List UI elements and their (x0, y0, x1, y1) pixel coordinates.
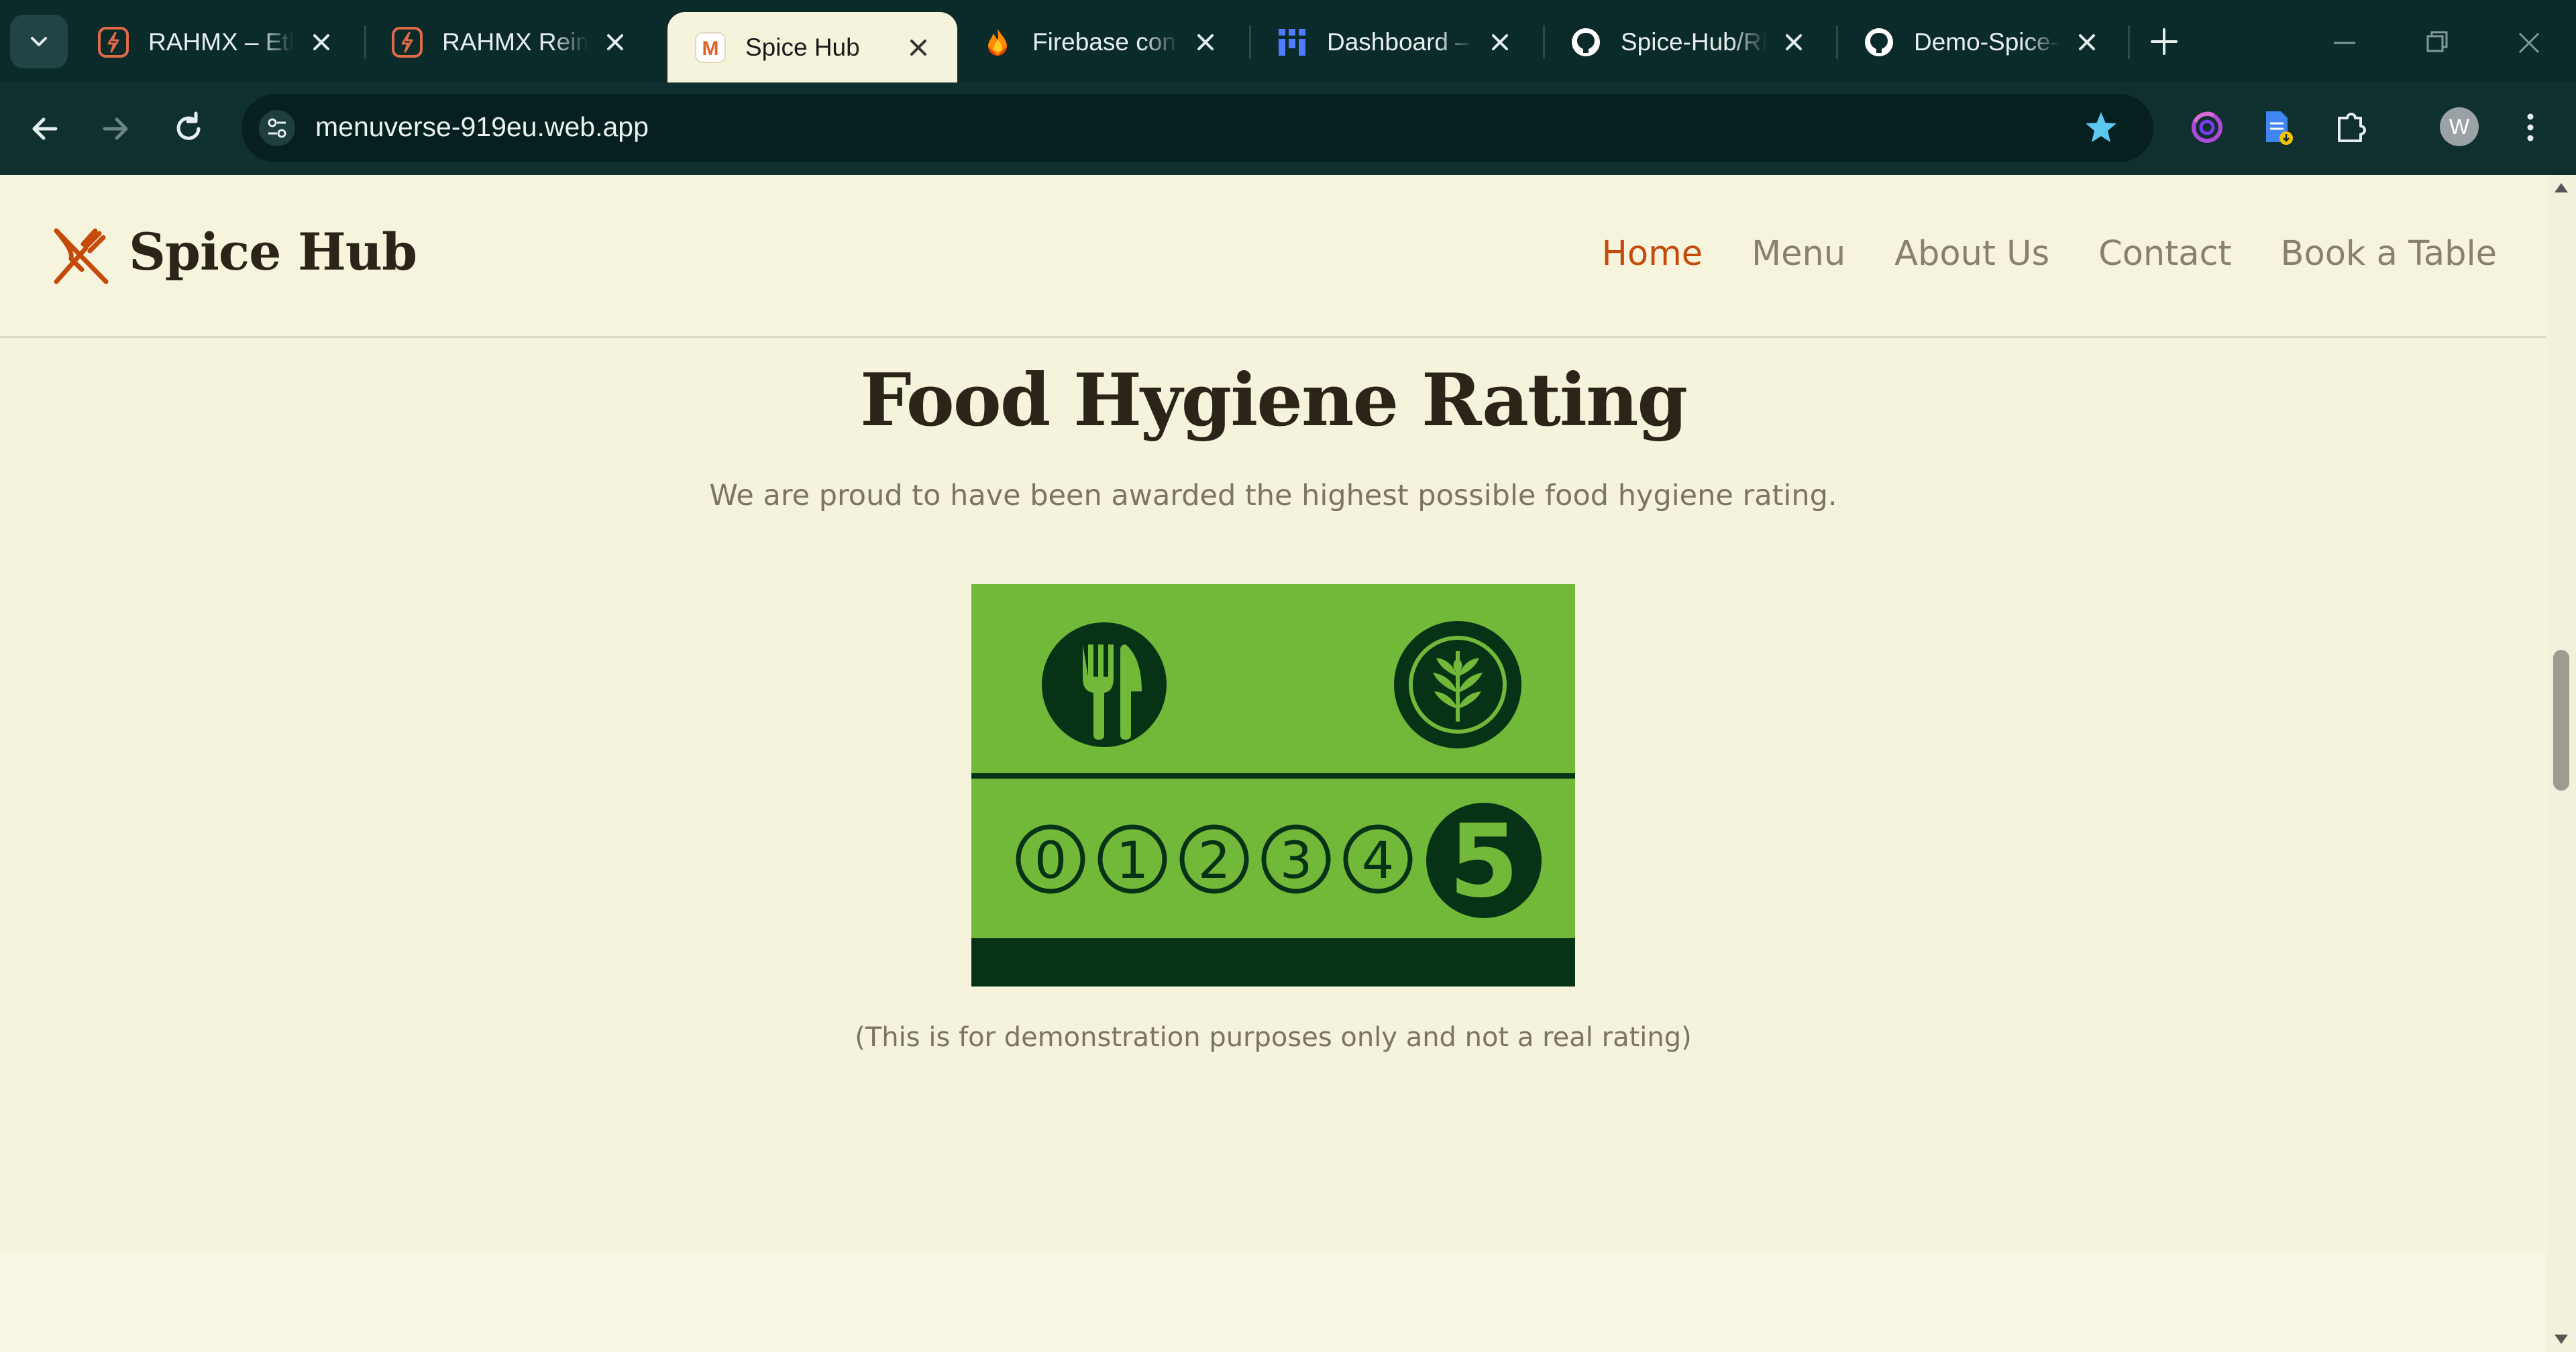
browser-tab[interactable]: Spice-Hub/RE (1543, 12, 1833, 72)
page-scrollbar[interactable] (2546, 175, 2576, 1352)
close-icon[interactable] (905, 34, 932, 61)
bookmark-star-icon[interactable] (2081, 108, 2121, 148)
extension-swirl-icon[interactable] (2187, 107, 2227, 148)
nav-contact[interactable]: Contact (2098, 234, 2231, 274)
section-title: Food Hygiene Rating (859, 358, 1688, 443)
dashboard-icon (1276, 26, 1308, 58)
rating-5-selected: 5 (1449, 803, 1519, 920)
chevron-down-icon (31, 37, 47, 46)
site-header: Spice Hub Home Menu About Us Contact Boo… (0, 175, 2546, 338)
close-icon[interactable] (1487, 29, 1513, 56)
menuverse-icon: M (694, 32, 727, 64)
browser-tab[interactable]: Dashboard – r (1249, 12, 1539, 72)
hygiene-rating-badge: 0 1 2 3 4 5 (971, 584, 1575, 987)
back-icon[interactable] (22, 107, 66, 151)
rahmx-icon (97, 26, 129, 58)
minimize-icon[interactable] (2324, 23, 2365, 63)
section-subtitle: We are proud to have been awarded the hi… (709, 479, 1837, 512)
extension-document-icon[interactable] (2257, 107, 2297, 148)
browser-tab-active[interactable]: M Spice Hub (667, 12, 957, 82)
rating-0: 0 (1034, 830, 1067, 890)
nav-about-us[interactable]: About Us (1894, 234, 2049, 274)
github-icon (1863, 26, 1895, 58)
disclaimer-text: (This is for demonstration purposes only… (855, 1022, 1692, 1053)
fork-knife-icon[interactable] (48, 225, 112, 289)
close-icon[interactable] (602, 29, 629, 56)
url-text[interactable]: menuverse-919eu.web.app (315, 111, 649, 143)
scroll-up-arrow-icon[interactable] (2555, 183, 2568, 192)
rating-2: 2 (1198, 830, 1230, 890)
tab-strip: RAHMX – Ethi RAHMX Reima M Spice Hub Fir… (0, 0, 2576, 82)
svg-text:M: M (702, 38, 719, 60)
address-bar[interactable]: menuverse-919eu.web.app (241, 94, 2153, 162)
tab-title: Spice Hub (745, 33, 860, 61)
web-page: Spice Hub Home Menu About Us Contact Boo… (0, 175, 2546, 1352)
github-icon (1570, 26, 1602, 58)
profile-avatar[interactable]: W (2440, 107, 2479, 146)
restore-icon[interactable] (2417, 23, 2457, 63)
reload-icon[interactable] (166, 107, 211, 151)
tab-divider (2128, 25, 2130, 59)
tab-title: Firebase conso (1032, 28, 1179, 56)
leaf-emblem-icon (1394, 621, 1521, 748)
tab-title: Demo-Spice-H (1914, 28, 2060, 56)
next-section (0, 1253, 2546, 1352)
nav-menu[interactable]: Menu (1752, 234, 1845, 274)
rating-4: 4 (1362, 830, 1394, 890)
rating-3: 3 (1280, 830, 1312, 890)
new-tab-icon[interactable] (2145, 23, 2183, 60)
main-nav: Home Menu About Us Contact Book a Table (1602, 234, 2497, 274)
close-icon[interactable] (2074, 29, 2100, 56)
forward-icon[interactable] (94, 107, 138, 151)
nav-book-a-table[interactable]: Book a Table (2281, 234, 2498, 274)
nav-home[interactable]: Home (1602, 234, 1703, 274)
rahmx-icon (391, 26, 423, 58)
tab-title: RAHMX – Ethi (148, 28, 294, 56)
browser-tab[interactable]: Firebase conso (955, 12, 1244, 72)
site-settings-icon[interactable] (259, 110, 295, 146)
rating-1: 1 (1116, 830, 1148, 890)
tab-title: Spice-Hub/RE (1621, 28, 1767, 56)
tab-search-button[interactable] (10, 15, 68, 68)
cutlery-emblem-icon (1042, 622, 1167, 747)
extensions-puzzle-icon[interactable] (2331, 107, 2371, 148)
close-icon[interactable] (1192, 29, 1219, 56)
close-icon[interactable] (1780, 29, 1807, 56)
more-menu-icon[interactable] (2522, 107, 2538, 148)
browser-tab[interactable]: RAHMX Reima (364, 12, 654, 72)
browser-tab[interactable]: RAHMX – Ethi (70, 12, 360, 72)
scroll-down-arrow-icon[interactable] (2555, 1335, 2568, 1344)
hygiene-section: Food Hygiene Rating We are proud to have… (0, 338, 2546, 1253)
browser-tab[interactable]: Demo-Spice-H (1836, 12, 2126, 72)
tab-title: Dashboard – r (1327, 28, 1473, 56)
tab-title: RAHMX Reima (442, 28, 588, 56)
close-window-icon[interactable] (2509, 23, 2549, 63)
brand-name[interactable]: Spice Hub (129, 222, 417, 282)
scrollbar-thumb[interactable] (2553, 650, 2569, 791)
close-icon[interactable] (308, 29, 335, 56)
firebase-icon (981, 26, 1014, 58)
